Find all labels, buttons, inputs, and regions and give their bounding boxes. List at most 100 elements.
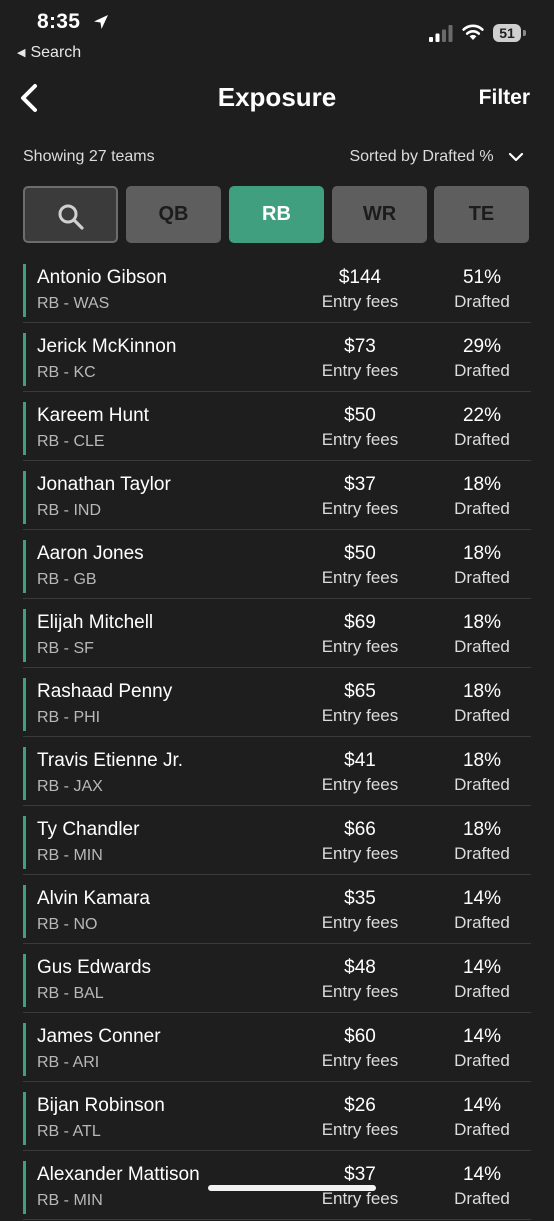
entry-fee-value: $48 xyxy=(344,957,376,978)
player-name: Jonathan Taylor xyxy=(37,474,171,495)
drafted-label: Drafted xyxy=(454,568,510,587)
player-position-team: RB - PHI xyxy=(37,709,101,726)
player-position-team: RB - GB xyxy=(37,571,97,588)
player-row[interactable]: Jerick McKinnon RB - KC $73 Entry fees 29% Dr… xyxy=(23,324,531,392)
drafted-label: Drafted xyxy=(454,1189,510,1208)
entry-fee-value: $73 xyxy=(344,336,376,357)
player-row[interactable]: Rashaad Penny RB - PHI $65 Entry fees 18% Dra… xyxy=(23,669,531,737)
back-to-search-link[interactable]: ◀ Search xyxy=(17,44,81,62)
drafted-percent-value: 14% xyxy=(462,888,502,909)
drafted-percent-value: 14% xyxy=(462,1095,502,1116)
row-accent-bar xyxy=(23,471,26,524)
drafted-percent-value: 14% xyxy=(462,1164,502,1185)
location-arrow-icon xyxy=(94,15,108,29)
tab-wr[interactable]: WR xyxy=(332,186,427,243)
sort-dropdown[interactable]: Sorted by Drafted % xyxy=(349,148,524,166)
player-position-team: RB - WAS xyxy=(37,295,110,312)
drafted-label: Drafted xyxy=(454,292,510,311)
entry-fee-value: $65 xyxy=(344,681,376,702)
back-to-search-label: Search xyxy=(30,44,82,61)
row-accent-bar xyxy=(23,264,26,317)
player-row[interactable]: Alvin Kamara RB - NO $35 Entry fees 14% Draft… xyxy=(23,876,531,944)
entry-fee-label: Entry fees xyxy=(321,1120,399,1139)
row-accent-bar xyxy=(23,540,26,593)
sort-label: Sorted by Drafted % xyxy=(349,148,494,165)
entry-fee-value: $37 xyxy=(344,1164,376,1185)
search-icon xyxy=(58,204,84,230)
row-accent-bar xyxy=(23,1161,26,1214)
page-title: Exposure xyxy=(217,82,337,112)
player-row[interactable]: Antonio Gibson RB - WAS $144 Entry fees 51% D… xyxy=(23,255,531,323)
player-row[interactable]: Kareem Hunt RB - CLE $50 Entry fees 22% Draft… xyxy=(23,393,531,461)
row-accent-bar xyxy=(23,609,26,662)
entry-fee-label: Entry fees xyxy=(321,913,399,932)
home-indicator[interactable] xyxy=(208,1185,376,1191)
player-row[interactable]: James Conner RB - ARI $60 Entry fees 14% Draf… xyxy=(23,1014,531,1082)
drafted-percent-value: 18% xyxy=(462,612,502,633)
player-name: Ty Chandler xyxy=(37,819,140,840)
entry-fee-value: $50 xyxy=(344,543,376,564)
player-position-team: RB - SF xyxy=(37,640,94,657)
tab-te[interactable]: TE xyxy=(434,186,529,243)
tab-rb[interactable]: RB xyxy=(229,186,324,243)
player-position-team: RB - ATL xyxy=(37,1123,101,1140)
player-position-team: RB - IND xyxy=(37,502,101,519)
player-name: Elijah Mitchell xyxy=(37,612,154,633)
filter-button[interactable]: Filter xyxy=(479,86,530,110)
entry-fee-label: Entry fees xyxy=(321,292,399,311)
search-button[interactable] xyxy=(23,186,118,243)
entry-fee-value: $50 xyxy=(344,405,376,426)
player-name: Antonio Gibson xyxy=(37,267,167,288)
battery-indicator: 51 xyxy=(493,24,527,44)
player-row[interactable]: Jonathan Taylor RB - IND $37 Entry fees 18% D… xyxy=(23,462,531,530)
row-accent-bar xyxy=(23,1092,26,1145)
player-name: Gus Edwards xyxy=(37,957,152,978)
player-list: Antonio Gibson RB - WAS $144 Entry fees 51% D… xyxy=(23,255,531,1221)
row-accent-bar xyxy=(23,954,26,1007)
player-position-team: RB - ARI xyxy=(37,1054,100,1071)
player-name: James Conner xyxy=(37,1026,161,1047)
entry-fee-label: Entry fees xyxy=(321,1051,399,1070)
entry-fee-value: $26 xyxy=(344,1095,376,1116)
drafted-label: Drafted xyxy=(454,844,510,863)
entry-fee-value: $144 xyxy=(338,267,382,288)
drafted-percent-value: 18% xyxy=(462,474,502,495)
entry-fee-label: Entry fees xyxy=(321,361,399,380)
drafted-percent-value: 18% xyxy=(462,750,502,771)
player-row[interactable]: Ty Chandler RB - MIN $66 Entry fees 18% Draft… xyxy=(23,807,531,875)
player-name: Alvin Kamara xyxy=(37,888,150,909)
teams-count-label: Showing 27 teams xyxy=(23,148,155,165)
entry-fee-label: Entry fees xyxy=(321,1189,399,1208)
player-row[interactable]: Gus Edwards RB - BAL $48 Entry fees 14% Draft… xyxy=(23,945,531,1013)
player-row[interactable]: Elijah Mitchell RB - SF $69 Entry fees 18% Dr… xyxy=(23,600,531,668)
drafted-label: Drafted xyxy=(454,913,510,932)
entry-fee-value: $41 xyxy=(344,750,376,771)
back-triangle-icon: ◀ xyxy=(17,47,26,59)
row-accent-bar xyxy=(23,678,26,731)
player-row[interactable]: Bijan Robinson RB - ATL $26 Entry fees 14% Dr… xyxy=(23,1083,531,1151)
navigation-bar: Exposure Filter xyxy=(0,70,554,130)
tab-qb[interactable]: QB xyxy=(126,186,221,243)
player-position-team: RB - MIN xyxy=(37,847,103,864)
row-accent-bar xyxy=(23,402,26,455)
drafted-label: Drafted xyxy=(454,1120,510,1139)
entry-fee-label: Entry fees xyxy=(321,430,399,449)
drafted-label: Drafted xyxy=(454,706,510,725)
row-accent-bar xyxy=(23,333,26,386)
row-accent-bar xyxy=(23,1023,26,1076)
status-time: 8:35 xyxy=(37,10,81,33)
drafted-percent-value: 18% xyxy=(462,681,502,702)
cellular-signal-icon xyxy=(429,25,453,42)
position-tabs: QB RB WR TE xyxy=(23,186,531,243)
player-position-team: RB - BAL xyxy=(37,985,104,1002)
row-accent-bar xyxy=(23,816,26,869)
drafted-label: Drafted xyxy=(454,361,510,380)
drafted-label: Drafted xyxy=(454,1051,510,1070)
player-row[interactable]: Travis Etienne Jr. RB - JAX $41 Entry fees 1… xyxy=(23,738,531,806)
entry-fee-label: Entry fees xyxy=(321,568,399,587)
entry-fee-label: Entry fees xyxy=(321,982,399,1001)
player-position-team: RB - MIN xyxy=(37,1192,103,1209)
player-row[interactable]: Aaron Jones RB - GB $50 Entry fees 18% Drafte… xyxy=(23,531,531,599)
drafted-label: Drafted xyxy=(454,430,510,449)
drafted-percent-value: 14% xyxy=(462,957,502,978)
